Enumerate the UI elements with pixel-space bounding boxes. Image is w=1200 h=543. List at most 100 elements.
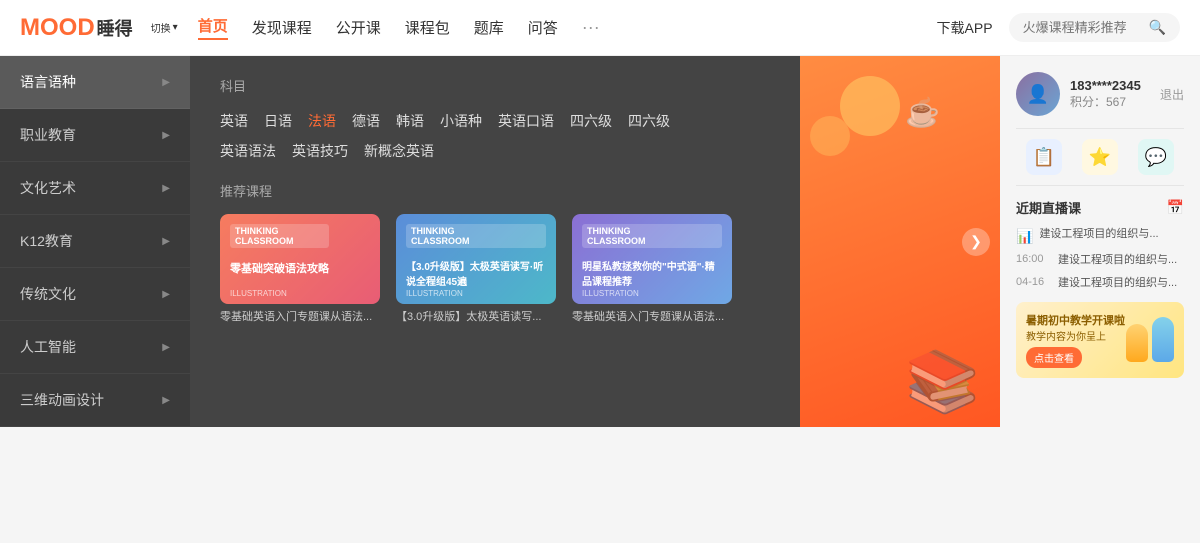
user-details: 183****2345 积分：567: [1070, 78, 1150, 110]
search-input[interactable]: [1023, 20, 1143, 35]
user-id: 183****2345: [1070, 78, 1150, 93]
banner-area: 📚 ☕ ❯: [800, 56, 1000, 427]
nav-home[interactable]: 首页: [198, 15, 228, 40]
main-content: 语言语种 ▶ 职业教育 ▶ 文化艺术 ▶ K12教育 ▶ 传统文化 ▶ 人工智能…: [0, 56, 1200, 427]
sidebar-arrow-icon: ▶: [162, 289, 170, 300]
ad-text2: 教学内容为你呈上: [1026, 328, 1126, 343]
sidebar-arrow-icon: ▶: [162, 342, 170, 353]
sidebar-item-ai-label: 人工智能: [20, 337, 76, 357]
live-section: 近期直播课 📅 📊 建设工程项目的组织与... 16:00 建设工程项目的组织与…: [1016, 198, 1184, 292]
course-cards: THINKINGCLASSROOM 零基础突破语法攻略 ILLUSTRATION…: [220, 214, 770, 325]
subject-tags-row1: 英语 日语 法语 德语 韩语 小语种 英语口语 四六级 四六级: [220, 111, 770, 131]
search-icon[interactable]: 🔍: [1149, 19, 1166, 36]
search-box: 🔍: [1009, 13, 1180, 42]
subject-tag-french[interactable]: 法语: [308, 111, 336, 131]
live-item-time-2: 16:00: [1016, 253, 1052, 265]
subject-tag-grammar[interactable]: 英语语法: [220, 141, 276, 161]
card-img-title-3: 明星私教拯救你的"中式语"·精品课程推荐: [582, 258, 722, 288]
switch-arrow-icon: ▾: [173, 22, 178, 33]
user-points: 积分：567: [1070, 93, 1150, 110]
sidebar-item-vocational-label: 职业教育: [20, 125, 76, 145]
card-label-2: THINKINGCLASSROOM: [406, 224, 546, 248]
subject-tag-cet46-2[interactable]: 四六级: [628, 111, 670, 131]
banner-books-icon: 📚: [905, 346, 980, 417]
subject-panel: 科目 英语 日语 法语 德语 韩语 小语种 英语口语 四六级 四六级 英语语法 …: [190, 56, 800, 427]
user-info: 👤 183****2345 积分：567 退出: [1016, 72, 1184, 116]
course-card-title-1: 零基础英语入门专题课从语法...: [220, 310, 380, 325]
favorites-icon-button[interactable]: ⭐: [1082, 139, 1118, 175]
live-title: 近期直播课: [1016, 198, 1081, 217]
subject-tag-cet46-1[interactable]: 四六级: [570, 111, 612, 131]
live-item-1[interactable]: 📊 建设工程项目的组织与...: [1016, 227, 1184, 245]
live-item-3[interactable]: 04-16 建设工程项目的组织与...: [1016, 276, 1184, 291]
ad-text1: 暑期初中教学开课啦: [1026, 312, 1126, 328]
banner-next-arrow[interactable]: ❯: [962, 228, 990, 256]
nav-switch[interactable]: 切换 ▾: [149, 20, 178, 35]
switch-label: 切换: [151, 20, 171, 35]
avatar: 👤: [1016, 72, 1060, 116]
sidebar-arrow-icon: ▶: [162, 130, 170, 141]
subject-tag-other-lang[interactable]: 小语种: [440, 111, 482, 131]
live-item-title-1: 建设工程项目的组织与...: [1039, 227, 1184, 242]
ad-button[interactable]: 点击查看: [1026, 347, 1082, 368]
sidebar-item-k12-label: K12教育: [20, 231, 73, 251]
nav-qa[interactable]: 问答: [528, 17, 558, 38]
logout-button[interactable]: 退出: [1160, 86, 1184, 103]
live-header: 近期直播课 📅: [1016, 198, 1184, 217]
live-item-text-1: 建设工程项目的组织与...: [1039, 227, 1184, 242]
subject-tag-english[interactable]: 英语: [220, 111, 248, 131]
sidebar-item-language-label: 语言语种: [20, 72, 76, 92]
user-actions: 📋 ⭐ 💬: [1016, 128, 1184, 186]
messages-icon-button[interactable]: 💬: [1138, 139, 1174, 175]
ad-figure-1: [1126, 324, 1148, 362]
subject-tag-new-concept[interactable]: 新概念英语: [364, 141, 434, 161]
recommended-title: 推荐课程: [220, 181, 770, 200]
subject-tags-row2: 英语语法 英语技巧 新概念英语: [220, 141, 770, 161]
banner-decoration-circle2: [810, 116, 850, 156]
live-item-2[interactable]: 16:00 建设工程项目的组织与...: [1016, 253, 1184, 268]
ad-banner[interactable]: 暑期初中教学开课啦 教学内容为你呈上 点击查看: [1016, 302, 1184, 378]
sidebar-arrow-icon: ▶: [162, 77, 170, 88]
sidebar-item-vocational[interactable]: 职业教育 ▶: [0, 109, 190, 162]
dropdown-panel: 语言语种 ▶ 职业教育 ▶ 文化艺术 ▶ K12教育 ▶ 传统文化 ▶ 人工智能…: [0, 56, 1000, 427]
nav-links: 首页 发现课程 公开课 课程包 题库 问答 ···: [198, 15, 937, 40]
sidebar-item-traditional[interactable]: 传统文化 ▶: [0, 268, 190, 321]
nav-more[interactable]: ···: [582, 17, 600, 38]
course-card-2[interactable]: THINKINGCLASSROOM 【3.0升级版】太极英语读写·听说全程组45…: [396, 214, 556, 325]
course-card-img-1: THINKINGCLASSROOM 零基础突破语法攻略 ILLUSTRATION: [220, 214, 380, 304]
sidebar-item-ai[interactable]: 人工智能 ▶: [0, 321, 190, 374]
course-card-1[interactable]: THINKINGCLASSROOM 零基础突破语法攻略 ILLUSTRATION…: [220, 214, 380, 325]
nav-package[interactable]: 课程包: [405, 17, 450, 38]
sidebar-item-culture-art[interactable]: 文化艺术 ▶: [0, 162, 190, 215]
card-label-3: THINKINGCLASSROOM: [582, 224, 722, 248]
sidebar-item-culture-label: 文化艺术: [20, 178, 76, 198]
subject-tag-oral[interactable]: 英语口语: [498, 111, 554, 131]
sidebar-item-k12[interactable]: K12教育 ▶: [0, 215, 190, 268]
sidebar-item-3d[interactable]: 三维动画设计 ▶: [0, 374, 190, 427]
nav-discover[interactable]: 发现课程: [252, 17, 312, 38]
live-calendar-icon[interactable]: 📅: [1167, 199, 1184, 216]
live-item-title-2: 建设工程项目的组织与...: [1058, 253, 1184, 268]
course-card-title-2: 【3.0升级版】太极英语读写...: [396, 310, 556, 325]
download-app-button[interactable]: 下载APP: [937, 18, 993, 38]
subject-tag-korean[interactable]: 韩语: [396, 111, 424, 131]
live-bar-icon-1: 📊: [1016, 228, 1033, 245]
ad-figure-2: [1152, 317, 1174, 362]
header-right: 下载APP 🔍: [937, 13, 1180, 42]
course-card-title-3: 零基础英语入门专题课从语法...: [572, 310, 732, 325]
live-item-date-3: 04-16: [1016, 276, 1052, 288]
sidebar-arrow-icon: ▶: [162, 236, 170, 247]
course-card-3[interactable]: THINKINGCLASSROOM 明星私教拯救你的"中式语"·精品课程推荐 I…: [572, 214, 732, 325]
logo-text: 睡得: [97, 15, 133, 41]
subject-tag-japanese[interactable]: 日语: [264, 111, 292, 131]
sidebar-item-language[interactable]: 语言语种 ▶: [0, 56, 190, 109]
subject-tag-german[interactable]: 德语: [352, 111, 380, 131]
nav-open-course[interactable]: 公开课: [336, 17, 381, 38]
logo-mood[interactable]: MOOD: [20, 14, 95, 42]
live-item-text-2: 建设工程项目的组织与...: [1058, 253, 1184, 268]
nav-question-bank[interactable]: 题库: [474, 17, 504, 38]
subject-tag-skills[interactable]: 英语技巧: [292, 141, 348, 161]
course-card-img-2: THINKINGCLASSROOM 【3.0升级版】太极英语读写·听说全程组45…: [396, 214, 556, 304]
right-panel: 👤 183****2345 积分：567 退出 📋 ⭐ 💬 近期直播课 📅 📊 …: [1000, 56, 1200, 427]
notes-icon-button[interactable]: 📋: [1026, 139, 1062, 175]
